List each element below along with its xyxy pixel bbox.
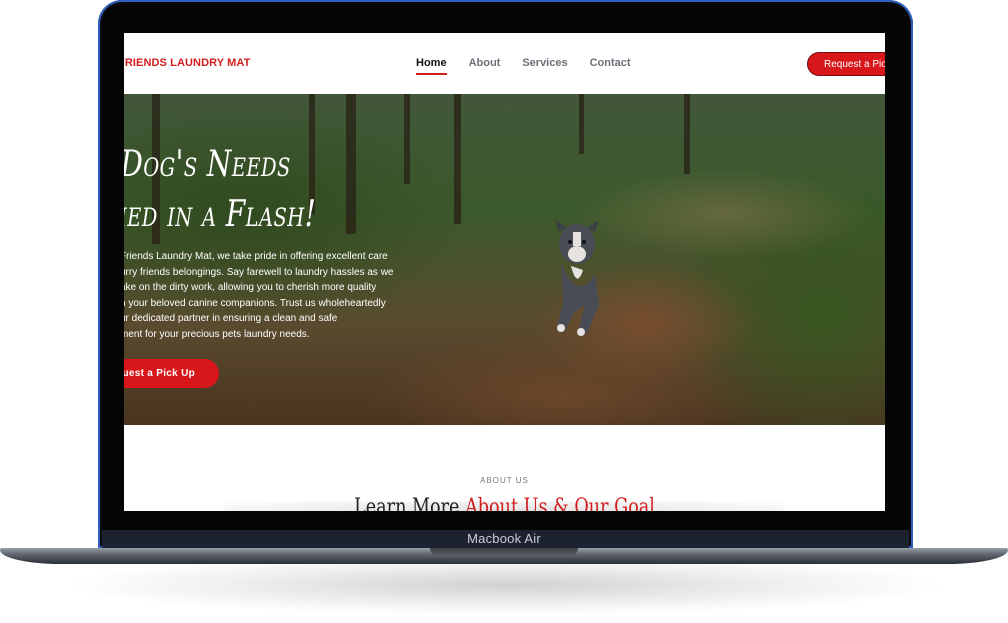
nav-about[interactable]: About [469,57,501,75]
hero-text-line: Friends Laundry Mat, we take pride in of… [124,251,388,262]
hero-title: r Dog's Needs shed in a Flash! [124,140,316,240]
hero-description: Friends Laundry Mat, we take pride in of… [124,249,420,342]
tree-trunk [404,94,410,184]
tree-trunk [579,94,584,154]
nav-services[interactable]: Services [522,57,567,75]
device-label: Macbook Air [467,531,541,546]
hero-text-line: urry friends belongings. Say farewell to… [124,266,394,278]
hero-text-line: ur dedicated partner in ensuring a clean… [124,313,338,324]
laptop-notch [430,548,578,556]
tree-trunk [454,94,461,224]
hero-section: r Dog's Needs shed in a Flash! Friends L… [124,94,885,425]
nav-home[interactable]: Home [416,57,447,75]
main-nav: Home About Services Contact [416,57,653,75]
hero-text-line: ake on the dirty work, allowing you to c… [124,282,377,293]
about-eyebrow: ABOUT US [480,476,529,485]
hero-text-line: ment for your precious pets laundry need… [124,328,310,340]
hero-text-line: h your beloved canine companions. Trust … [124,297,386,309]
nav-contact[interactable]: Contact [590,57,631,75]
hero-title-line: shed in a Flash! [124,194,317,235]
hero-title-line: r Dog's Needs [124,144,291,185]
site-header: FRIENDS LAUNDRY MAT Home About Services … [124,33,885,94]
about-title-accent: About Us & Our Goal [465,495,655,511]
tree-trunk [684,94,690,174]
tree-trunk [346,94,356,234]
about-title-plain: Learn More [354,495,466,511]
request-pickup-button-hero[interactable]: quest a Pick Up [124,359,219,388]
request-pickup-button-header[interactable]: Request a Pick [807,52,885,76]
laptop-shadow [60,555,950,615]
dog-image [555,220,599,336]
about-title: Learn More About Us & Our Goal [200,495,809,511]
brand-logo[interactable]: FRIENDS LAUNDRY MAT [124,57,250,69]
website-screen: FRIENDS LAUNDRY MAT Home About Services … [124,33,885,511]
